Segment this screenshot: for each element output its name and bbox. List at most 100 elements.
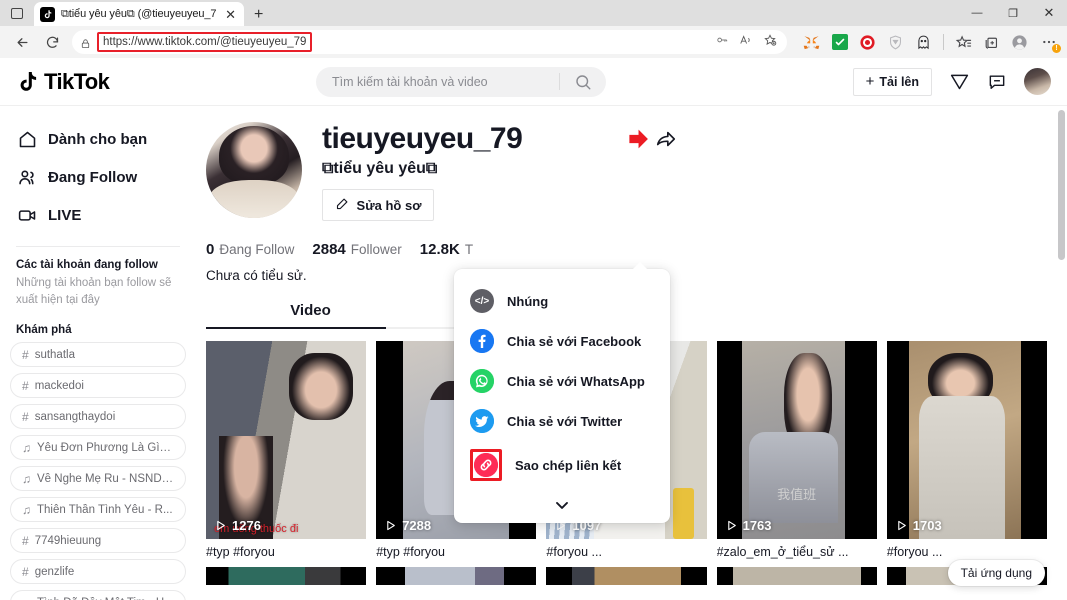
page-scrollbar-thumb[interactable] (1058, 110, 1065, 260)
tiktok-logo[interactable]: TikTok (16, 69, 196, 95)
stat-following[interactable]: 0 Đang Follow (206, 241, 294, 258)
video-card[interactable]: em uống thuốc đi 1276 #typ #foryou (206, 341, 366, 559)
metamask-extension-icon[interactable] (803, 34, 820, 51)
adblock-extension-icon[interactable] (859, 34, 876, 51)
video-thumbnail[interactable] (546, 567, 706, 585)
following-heading: Các tài khoản đang follow (0, 247, 196, 275)
annotation-arrow-icon (628, 128, 650, 150)
download-app-pill[interactable]: Tải ứng dụng (948, 560, 1045, 586)
url-text: https://www.tiktok.com/@tieuyeuyeu_79 (103, 36, 306, 48)
send-message-icon[interactable] (948, 71, 970, 93)
tiktok-favicon (40, 7, 55, 22)
sidebar-item-foryou[interactable]: Dành cho bạn (0, 120, 196, 158)
video-thumbnail[interactable] (717, 567, 877, 585)
profile-avatar[interactable] (206, 122, 302, 218)
stat-following-label: Đang Follow (219, 242, 294, 257)
share-item-label: Nhúng (507, 294, 548, 309)
share-icon[interactable] (654, 127, 678, 151)
video-caption[interactable]: #foryou ... (887, 545, 1047, 559)
share-item-whatsapp[interactable]: Chia sẻ với WhatsApp (454, 361, 670, 401)
video-caption[interactable]: #zalo_em_ở_tiểu_sử ... (717, 545, 877, 559)
share-controls (628, 127, 678, 151)
stat-followers-value: 2884 (312, 241, 345, 258)
discover-chip[interactable]: ♫Tình Đã Đầy Một Tim - H... (10, 590, 186, 600)
upload-button[interactable]: + Tải lên (853, 68, 932, 96)
ghostery-extension-icon[interactable] (915, 34, 932, 51)
add-favorite-icon[interactable] (763, 33, 777, 52)
browser-profile-avatar[interactable] (1011, 34, 1028, 51)
stat-likes-label: T (465, 242, 473, 257)
page-scrollbar-track[interactable] (1056, 106, 1067, 600)
video-thumbnail[interactable]: 我值班 1763 (717, 341, 877, 539)
following-empty-text: Những tài khoản bạn follow sẽ xuất hiện … (0, 275, 196, 308)
share-item-facebook[interactable]: Chia sẻ với Facebook (454, 321, 670, 361)
share-item-label: Chia sẻ với WhatsApp (507, 374, 645, 389)
video-thumbnail[interactable]: 1703 (887, 341, 1047, 539)
tab-close-icon[interactable]: ✕ (223, 8, 238, 21)
back-icon[interactable] (8, 29, 36, 55)
share-item-copy-link[interactable]: Sao chép liên kết (454, 441, 670, 489)
play-count-value: 7288 (402, 518, 431, 533)
video-caption[interactable]: #typ #foryou (206, 545, 366, 559)
discover-chip[interactable]: ♫Về Nghe Mẹ Ru - NSND ... (10, 466, 186, 491)
discover-chip[interactable]: #genzlife (10, 559, 186, 584)
inbox-icon[interactable] (986, 71, 1008, 93)
video-thumbnail[interactable]: em uống thuốc đi 1276 (206, 341, 366, 539)
collections-icon[interactable] (983, 34, 1000, 51)
sidebar-item-live[interactable]: LIVE (0, 196, 196, 234)
expand-more-button[interactable] (454, 489, 670, 517)
video-thumbnail[interactable] (206, 567, 366, 585)
stat-likes-value: 12.8K (420, 241, 460, 258)
share-item-twitter[interactable]: Chia sẻ với Twitter (454, 401, 670, 441)
video-card[interactable]: 1703 #foryou ... (887, 341, 1047, 559)
discover-chip[interactable]: #7749hieuung (10, 528, 186, 553)
music-note-icon: ♫ (22, 441, 31, 455)
discover-chip[interactable]: #sansangthaydoi (10, 404, 186, 429)
maximize-button[interactable]: ❐ (995, 0, 1031, 26)
chip-label: sansangthaydoi (35, 411, 116, 423)
stat-followers[interactable]: 2884 Follower (312, 241, 401, 258)
read-aloud-icon[interactable] (739, 33, 753, 52)
profile-name-row: tieuyeuyeu_79 (322, 122, 1047, 156)
tab-video[interactable]: Video (206, 302, 415, 327)
lock-icon (80, 36, 91, 48)
checkmark-extension-icon[interactable] (831, 34, 848, 51)
video-caption[interactable]: #foryou ... (546, 545, 706, 559)
favorites-icon[interactable] (955, 34, 972, 51)
reload-icon[interactable] (38, 29, 66, 55)
discover-chip[interactable]: #mackedoi (10, 373, 186, 398)
share-item-label: Chia sẻ với Facebook (507, 334, 641, 349)
search-box[interactable] (316, 67, 606, 97)
play-count-value: 1763 (743, 518, 772, 533)
shield-extension-icon[interactable] (887, 34, 904, 51)
page-viewport: TikTok + Tải lên (0, 58, 1067, 600)
discover-chip[interactable]: ♫Thiên Thần Tình Yêu - R... (10, 497, 186, 522)
video-caption[interactable]: #typ #foryou (376, 545, 536, 559)
video-card[interactable]: 我值班 1763 #zalo_em_ở_tiểu_sử ... (717, 341, 877, 559)
search-input[interactable] (332, 75, 559, 89)
sidebar-item-following[interactable]: Đang Follow (0, 158, 196, 196)
share-item-embed[interactable]: </> Nhúng (454, 281, 670, 321)
browser-settings-menu-icon[interactable]: ! (1039, 33, 1059, 51)
browser-tab[interactable]: ⧉tiểu yêu yêu⧉ (@tieuyeuyeu_79 ✕ (34, 2, 244, 26)
music-note-icon: ♫ (22, 596, 31, 600)
hashtag-icon: # (22, 565, 29, 579)
thumb-art-object (673, 488, 694, 539)
home-icon (16, 128, 38, 150)
key-icon[interactable] (715, 33, 729, 52)
new-tab-button[interactable]: + (254, 6, 263, 26)
close-window-button[interactable]: ✕ (1031, 0, 1067, 26)
profile-stats: 0 Đang Follow 2884 Follower 12.8K T (206, 241, 1047, 258)
edit-profile-label: Sửa hồ sơ (357, 198, 422, 213)
stat-likes[interactable]: 12.8K T (420, 241, 473, 258)
tab-search-icon[interactable] (0, 0, 34, 26)
discover-chip[interactable]: #suthatla (10, 342, 186, 367)
search-icon[interactable] (560, 73, 606, 91)
discover-chip[interactable]: ♫Yêu Đơn Phương Là Gì (... (10, 435, 186, 460)
user-avatar[interactable] (1024, 68, 1051, 95)
minimize-button[interactable]: — (959, 0, 995, 26)
video-play-count: 1276 (214, 518, 261, 533)
video-thumbnail[interactable] (376, 567, 536, 585)
address-bar[interactable]: https://www.tiktok.com/@tieuyeuyeu_79 (72, 30, 787, 54)
edit-profile-button[interactable]: Sửa hồ sơ (322, 189, 434, 221)
